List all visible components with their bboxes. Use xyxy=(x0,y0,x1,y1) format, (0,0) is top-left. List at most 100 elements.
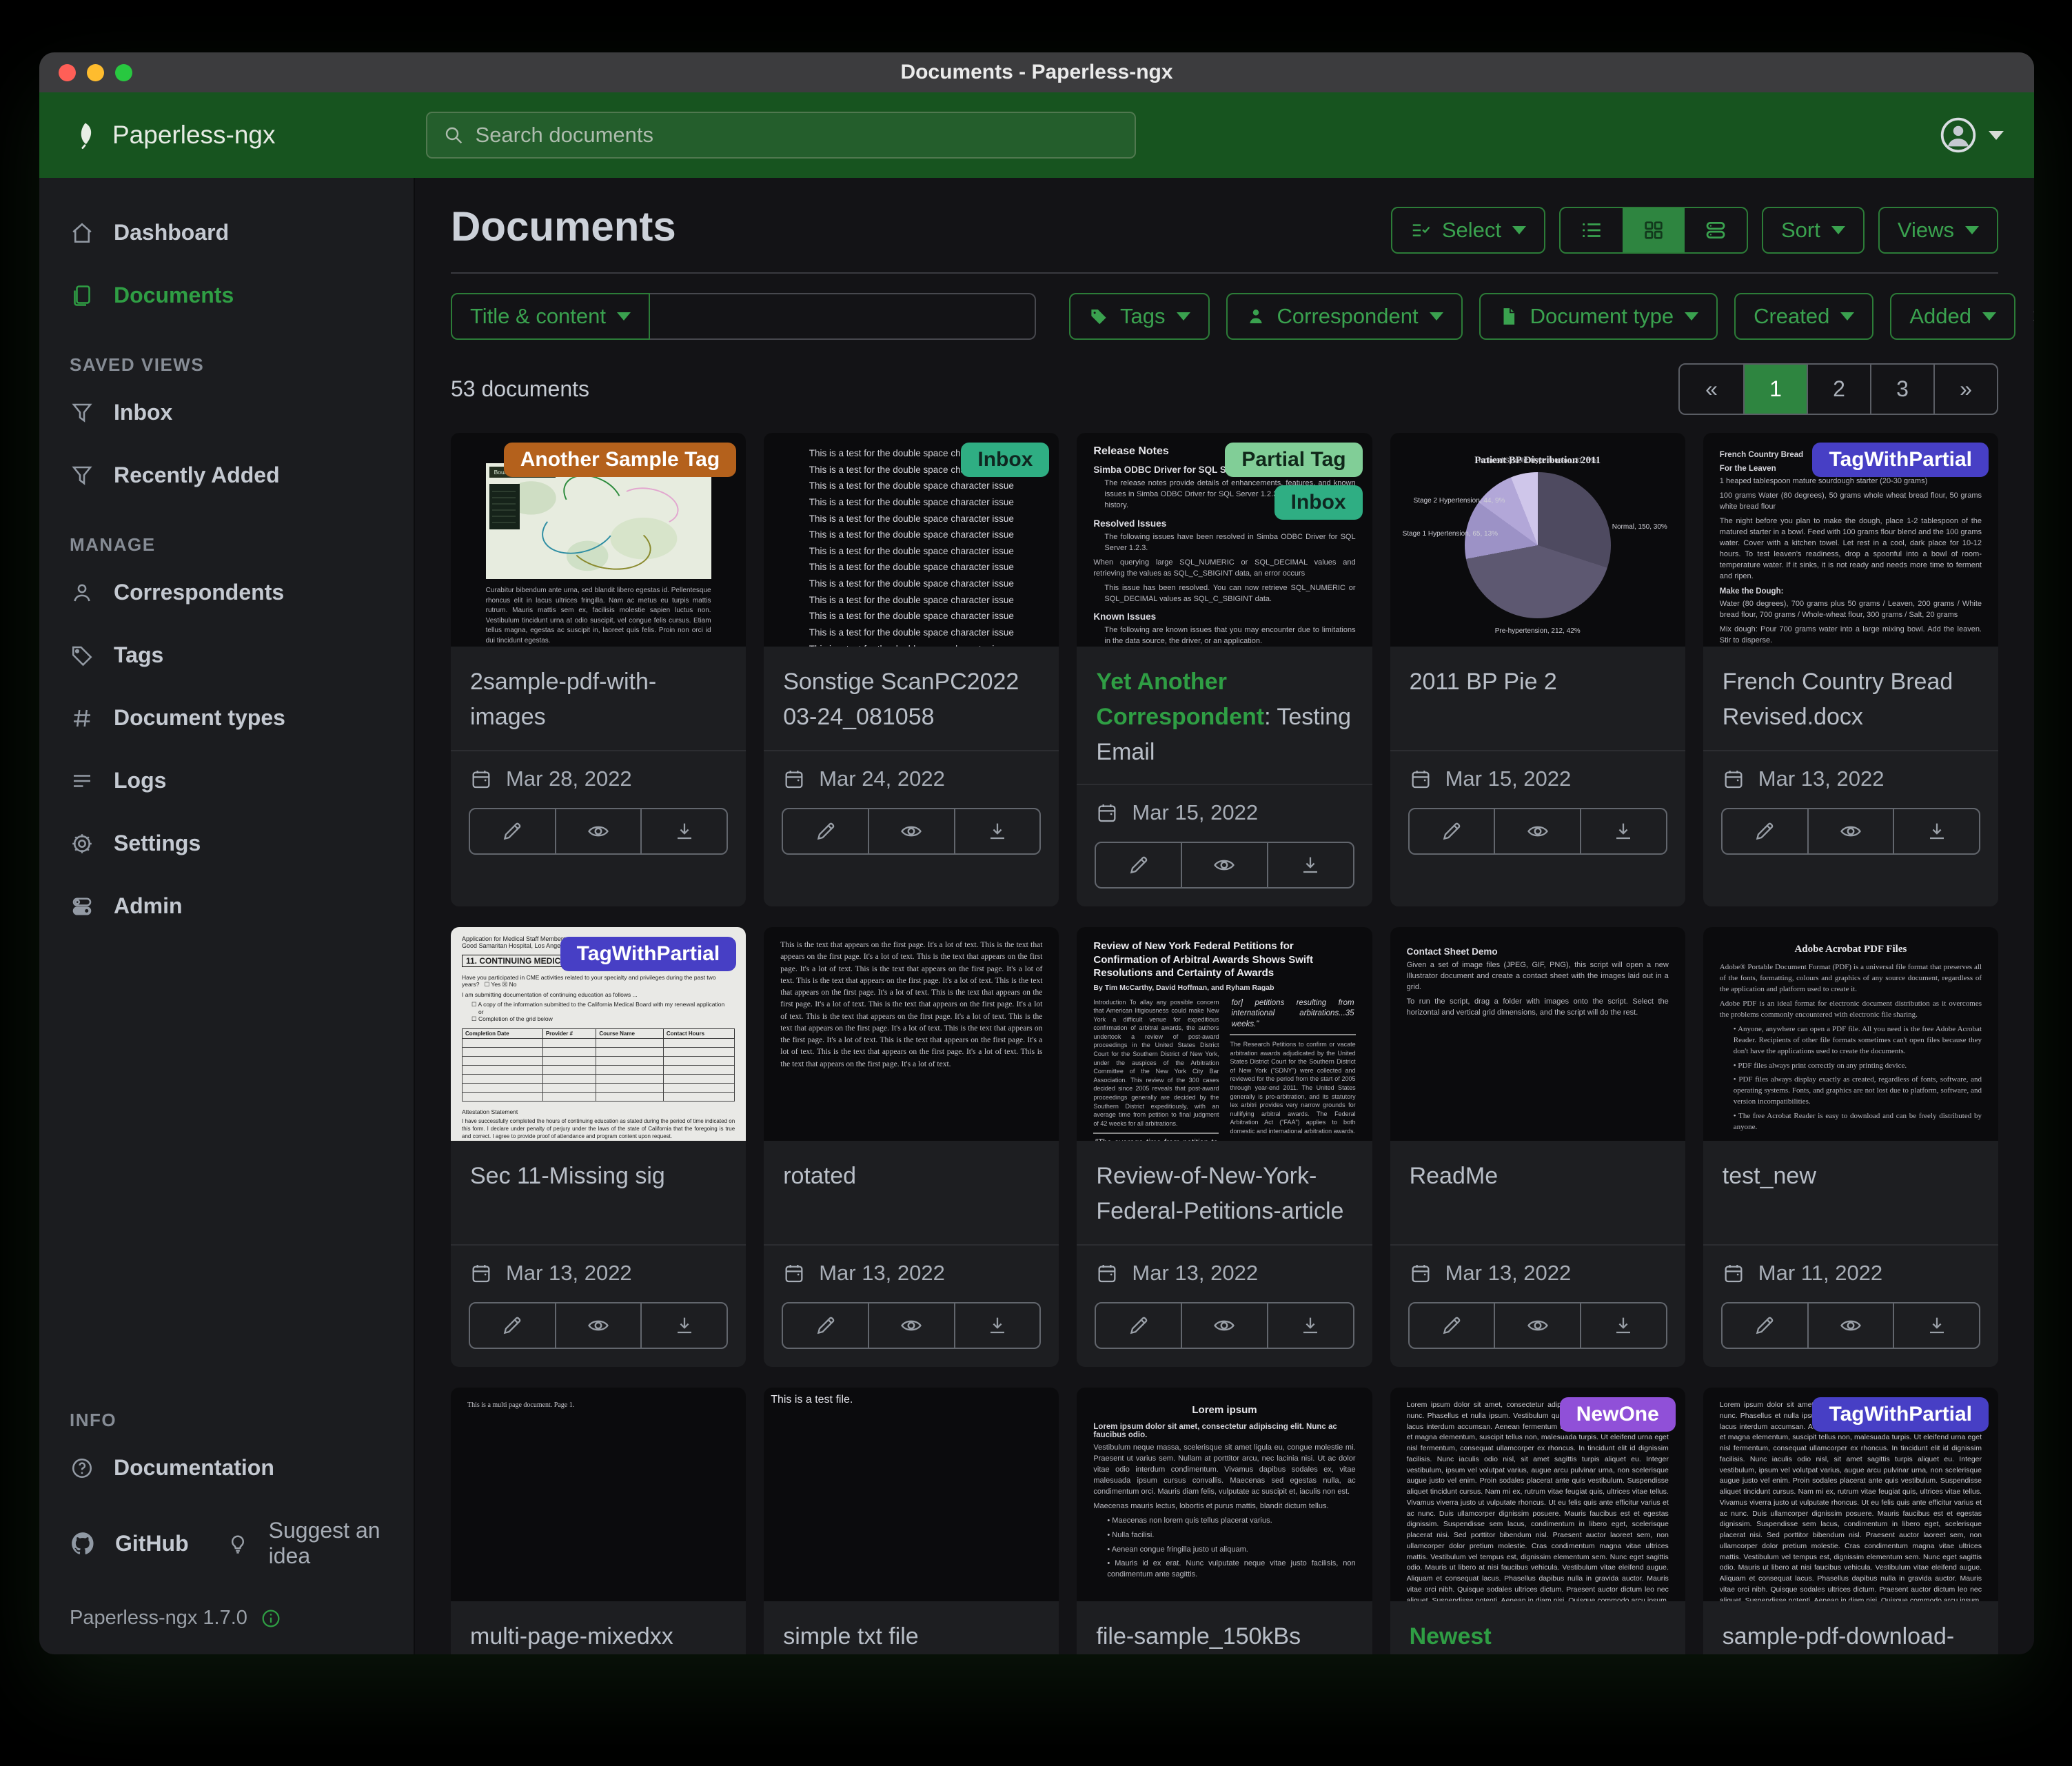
document-thumbnail[interactable]: Application for Medical Staff MembersGoo… xyxy=(451,927,746,1141)
document-card[interactable]: Lorem ipsumLorem ipsum dolor sit amet, c… xyxy=(1077,1388,1372,1654)
view-document-button[interactable] xyxy=(868,809,954,853)
tag-badge[interactable]: Inbox xyxy=(1274,485,1363,520)
view-document-button[interactable] xyxy=(1494,809,1580,853)
document-title[interactable]: ReadMe xyxy=(1390,1141,1685,1244)
sidebar-item-documentation[interactable]: Documentation xyxy=(39,1437,414,1499)
download-document-button[interactable] xyxy=(1580,809,1666,853)
correspondent-link[interactable]: Yet Another Correspondent xyxy=(1096,669,1264,730)
document-thumbnail[interactable]: Contact Sheet DemoGiven a set of image f… xyxy=(1390,927,1685,1141)
edit-document-button[interactable] xyxy=(783,1303,868,1348)
minimize-window-button[interactable] xyxy=(87,64,104,81)
edit-document-button[interactable] xyxy=(1723,1303,1807,1348)
document-card[interactable]: Patient BP Distribution 2011Normal, 150,… xyxy=(1390,433,1685,906)
document-card[interactable]: Contact Sheet DemoGiven a set of image f… xyxy=(1390,927,1685,1367)
download-document-button[interactable] xyxy=(1580,1303,1666,1348)
pagination-prev-button[interactable]: « xyxy=(1680,365,1743,414)
document-title[interactable]: multi-page-mixedxx xyxy=(451,1601,746,1654)
view-document-button[interactable] xyxy=(1807,809,1893,853)
sidebar-item-tags[interactable]: Tags xyxy=(39,624,414,687)
document-thumbnail[interactable]: This is a test for the double space char… xyxy=(764,433,1059,647)
edit-document-button[interactable] xyxy=(1096,843,1181,887)
document-thumbnail[interactable]: French Country BreadFor the Leaven1 heap… xyxy=(1703,433,1998,647)
tag-badge[interactable]: TagWithPartial xyxy=(1812,443,1989,477)
tag-badge[interactable]: TagWithPartial xyxy=(560,937,737,971)
view-document-button[interactable] xyxy=(1181,843,1267,887)
download-document-button[interactable] xyxy=(954,809,1040,853)
document-card[interactable]: This is the text that appears on the fir… xyxy=(764,927,1059,1367)
app-brand[interactable]: Paperless-ngx xyxy=(70,121,276,150)
sidebar-item-correspondents[interactable]: Correspondents xyxy=(39,561,414,624)
download-document-button[interactable] xyxy=(640,809,727,853)
sidebar-item-settings[interactable]: Settings xyxy=(39,812,414,875)
document-thumbnail[interactable]: Adobe Acrobat PDF FilesAdobe® Portable D… xyxy=(1703,927,1998,1141)
info-circle-icon[interactable] xyxy=(260,1607,282,1630)
download-document-button[interactable] xyxy=(640,1303,727,1348)
pagination-page-3[interactable]: 3 xyxy=(1870,365,1933,414)
download-document-button[interactable] xyxy=(1893,1303,1979,1348)
document-thumbnail[interactable]: Lorem ipsumLorem ipsum dolor sit amet, c… xyxy=(1077,1388,1372,1601)
tag-badge[interactable]: Partial Tag xyxy=(1225,443,1362,477)
document-title[interactable]: rotated xyxy=(764,1141,1059,1244)
document-title[interactable]: simple txt file xyxy=(764,1601,1059,1654)
document-thumbnail[interactable]: Release NotesSimba ODBC Driver for SQL S… xyxy=(1077,433,1372,647)
document-title[interactable]: Yet Another Correspondent: Testing Email xyxy=(1077,647,1372,784)
document-thumbnail[interactable]: This is the text that appears on the fir… xyxy=(764,927,1059,1141)
download-document-button[interactable] xyxy=(1267,1303,1353,1348)
edit-document-button[interactable] xyxy=(783,809,868,853)
title-content-filter-input[interactable] xyxy=(650,293,1036,340)
tag-badge[interactable]: TagWithPartial xyxy=(1812,1397,1989,1432)
document-thumbnail[interactable]: This is a test file. xyxy=(764,1388,1059,1601)
document-card[interactable]: Lorem ipsum dolor sit amet, consectetur … xyxy=(1703,1388,1998,1654)
reset-filters-button[interactable]: × Reset filters xyxy=(2032,293,2034,340)
document-title[interactable]: file-sample_150kBs xyxy=(1077,1601,1372,1654)
document-card[interactable]: Lorem ipsum dolor sit amet, consectetur … xyxy=(1390,1388,1685,1654)
document-card[interactable]: This is a test file. simple txt file xyxy=(764,1388,1059,1654)
user-menu[interactable] xyxy=(1939,116,2004,154)
document-card[interactable]: This is a multi page document. Page 1. m… xyxy=(451,1388,746,1654)
global-search[interactable] xyxy=(426,112,1136,159)
detail-view-button[interactable] xyxy=(1685,208,1747,252)
document-thumbnail[interactable]: Lorem ipsum dolor sit amet, consectetur … xyxy=(1390,1388,1685,1601)
title-content-dropdown-button[interactable]: Title & content xyxy=(451,293,650,340)
edit-document-button[interactable] xyxy=(1723,809,1807,853)
document-title[interactable]: 2sample-pdf-with-images xyxy=(451,647,746,750)
created-filter-button[interactable]: Created xyxy=(1734,293,1873,340)
document-card[interactable]: Adobe Acrobat PDF FilesAdobe® Portable D… xyxy=(1703,927,1998,1367)
view-document-button[interactable] xyxy=(1807,1303,1893,1348)
sidebar-item-github[interactable]: GitHub xyxy=(39,1512,219,1575)
pagination-page-2[interactable]: 2 xyxy=(1807,365,1870,414)
document-title[interactable]: 2011 BP Pie 2 xyxy=(1390,647,1685,750)
document-title[interactable]: Newest Correspondent: f_combineds xyxy=(1390,1601,1685,1654)
document-title[interactable]: Review-of-New-York-Federal-Petitions-art… xyxy=(1077,1141,1372,1244)
document-thumbnail[interactable]: Patient BP Distribution 2011Normal, 150,… xyxy=(1390,433,1685,647)
edit-document-button[interactable] xyxy=(1410,809,1494,853)
document-title[interactable]: French Country Bread Revised.docx xyxy=(1703,647,1998,750)
document-thumbnail[interactable]: Lorem ipsum dolor sit amet, consectetur … xyxy=(1703,1388,1998,1601)
view-document-button[interactable] xyxy=(555,809,641,853)
tags-filter-button[interactable]: Tags xyxy=(1069,293,1209,340)
edit-document-button[interactable] xyxy=(470,1303,555,1348)
document-card[interactable]: This is a test for the double space char… xyxy=(764,433,1059,906)
document-title[interactable]: Sonstige ScanPC2022 03-24_081058 xyxy=(764,647,1059,750)
tag-badge[interactable]: Another Sample Tag xyxy=(504,443,736,477)
document-card[interactable]: Application for Medical Staff MembersGoo… xyxy=(451,927,746,1367)
sidebar-item-dashboard[interactable]: Dashboard xyxy=(39,201,414,264)
edit-document-button[interactable] xyxy=(470,809,555,853)
download-document-button[interactable] xyxy=(954,1303,1040,1348)
sidebar-item-logs[interactable]: Logs xyxy=(39,749,414,812)
document-card[interactable]: French Country BreadFor the Leaven1 heap… xyxy=(1703,433,1998,906)
sidebar-item-recently-added[interactable]: Recently Added xyxy=(39,444,414,507)
sidebar-item-documents[interactable]: Documents xyxy=(39,264,414,327)
document-title[interactable]: Sec 11-Missing sig xyxy=(451,1141,746,1244)
view-document-button[interactable] xyxy=(1494,1303,1580,1348)
sidebar-item-inbox[interactable]: Inbox xyxy=(39,381,414,444)
close-window-button[interactable] xyxy=(59,64,76,81)
pagination-page-1[interactable]: 1 xyxy=(1743,365,1807,414)
search-input[interactable] xyxy=(476,123,1119,148)
view-document-button[interactable] xyxy=(1181,1303,1267,1348)
tag-badge[interactable]: Inbox xyxy=(961,443,1049,477)
maximize-window-button[interactable] xyxy=(115,64,132,81)
select-button[interactable]: Select xyxy=(1391,207,1545,254)
pagination-next-button[interactable]: » xyxy=(1933,365,1997,414)
correspondent-filter-button[interactable]: Correspondent xyxy=(1226,293,1463,340)
